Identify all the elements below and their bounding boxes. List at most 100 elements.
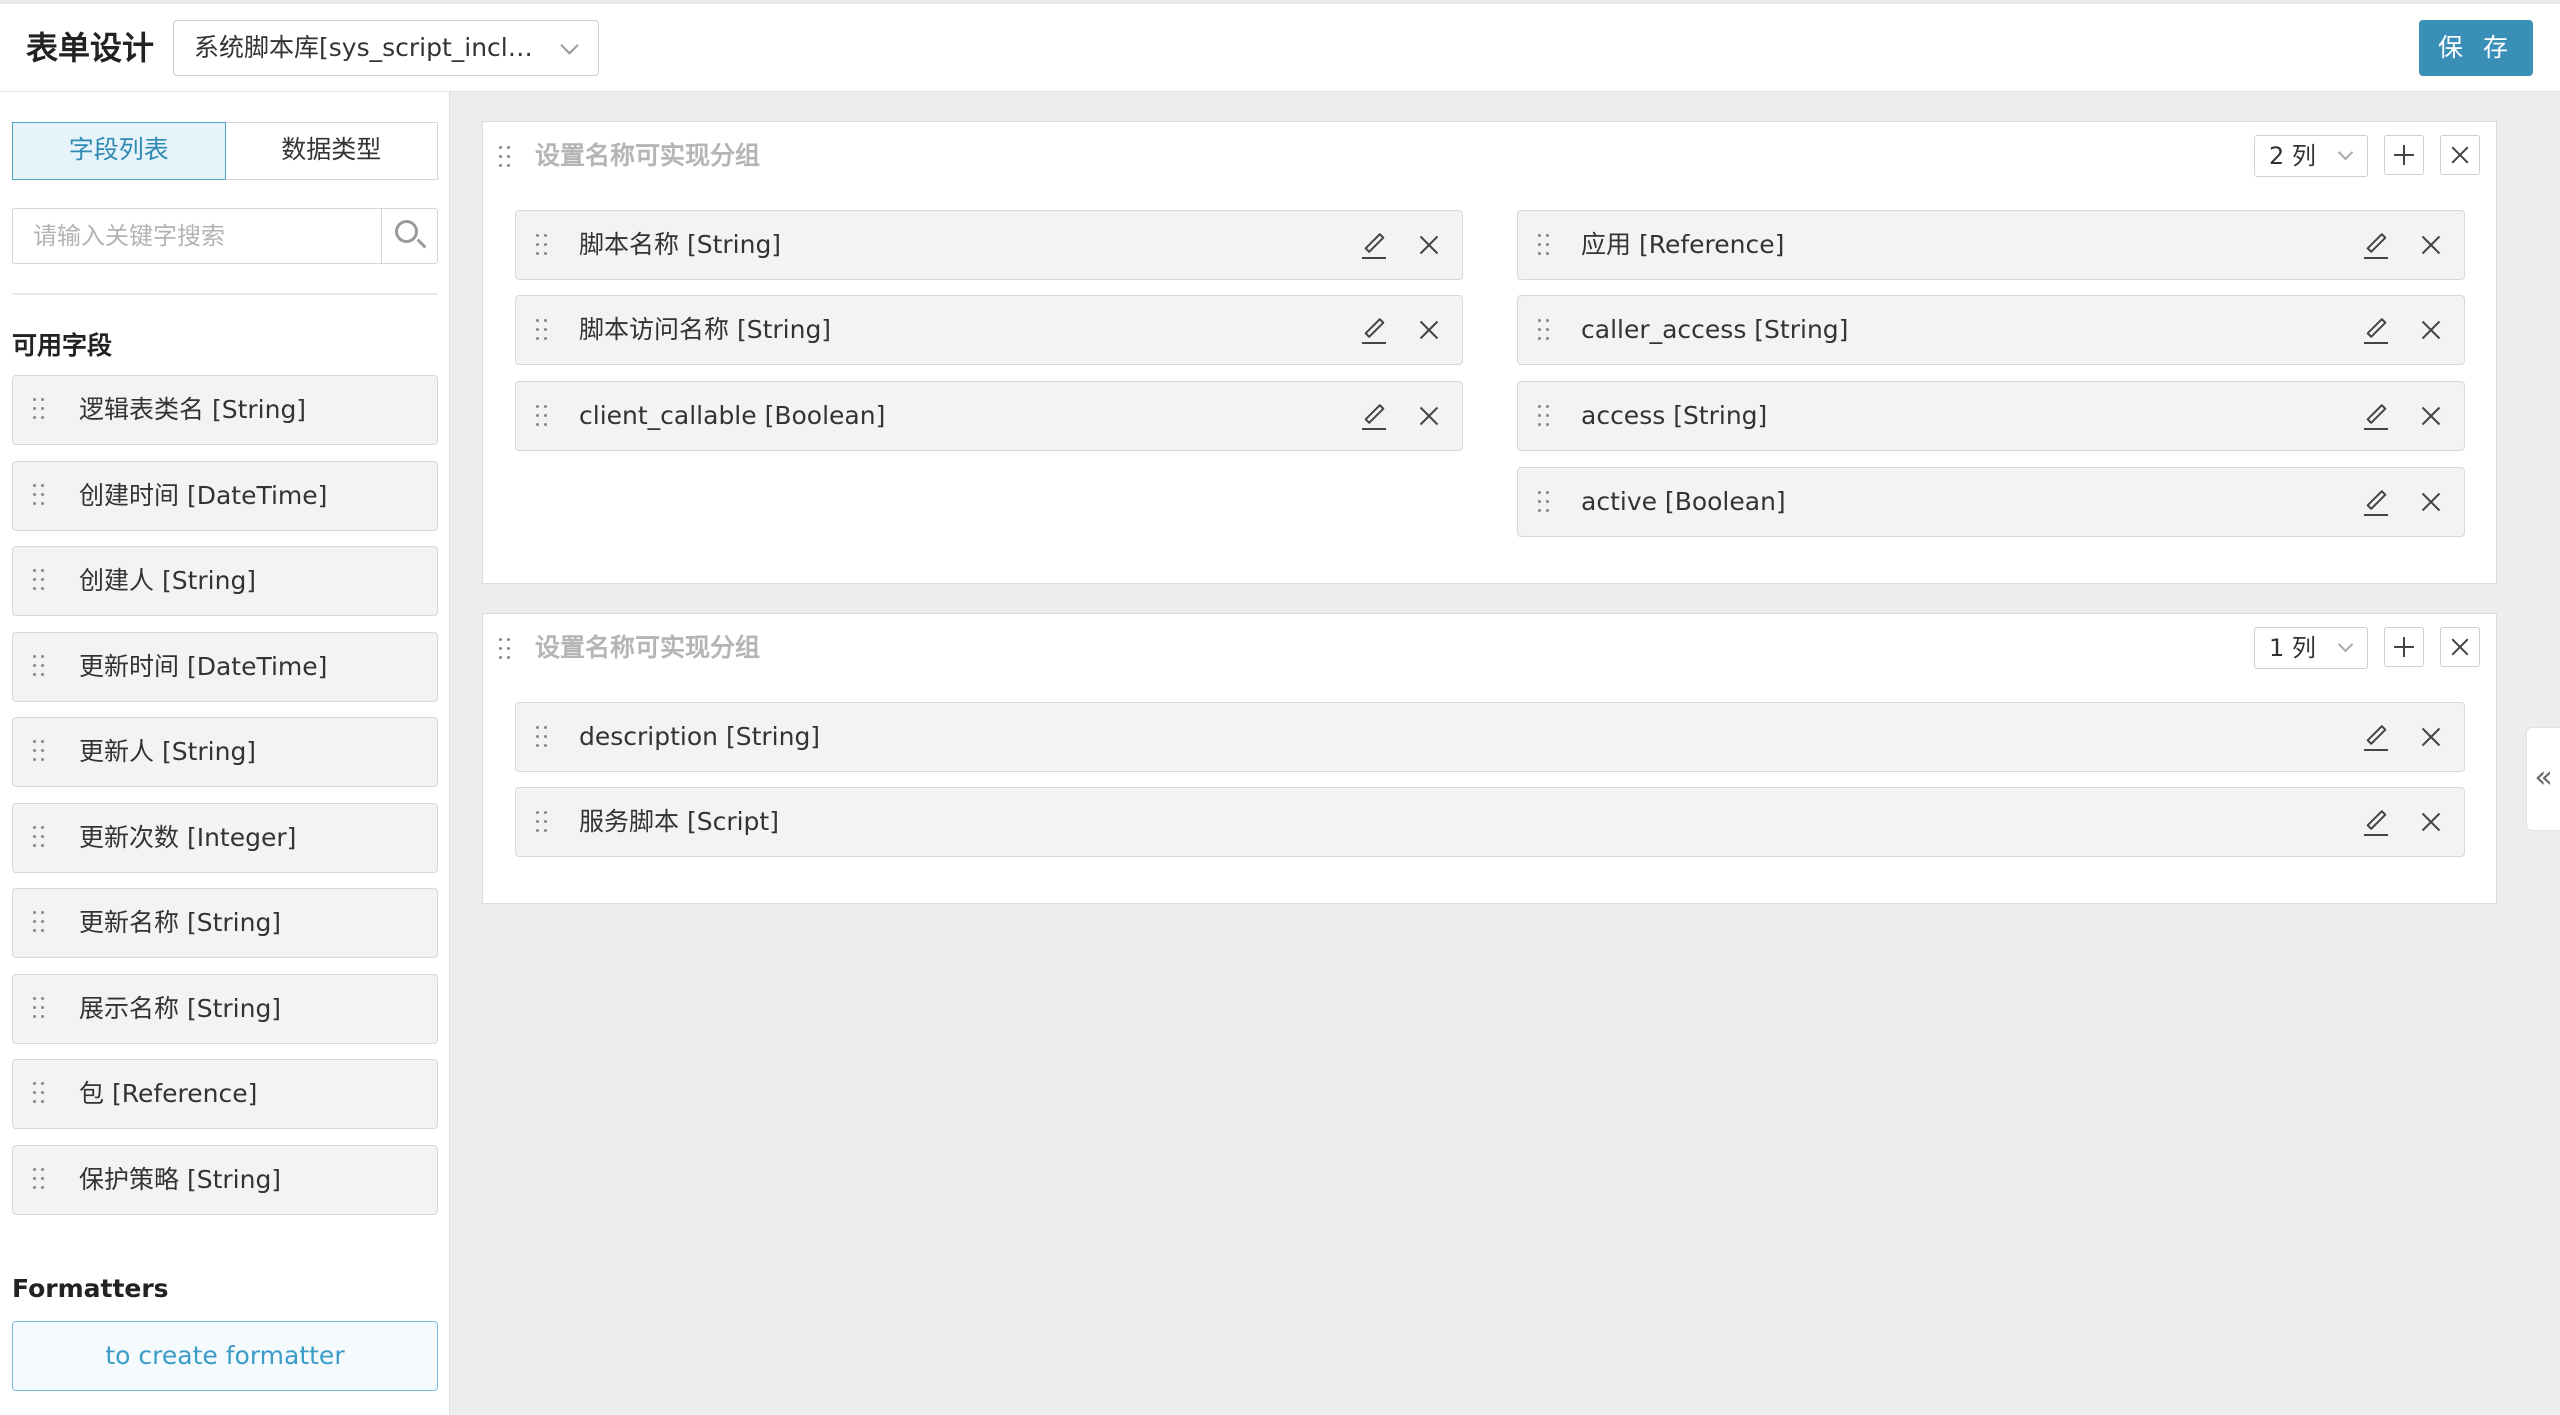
field-group: 设置名称可实现分组 2 列 脚本名称 [String] 脚本访问名称 [Stri… (482, 121, 2497, 584)
field-group: 设置名称可实现分组 1 列 description [String] 服务脚本 … (482, 613, 2497, 904)
drag-handle-icon[interactable] (33, 569, 45, 591)
group-field-label: client_callable [Boolean] (579, 401, 886, 430)
close-icon[interactable] (2415, 400, 2447, 432)
field-label: 包 [Reference] (79, 1079, 258, 1108)
group-field[interactable]: client_callable [Boolean] (515, 381, 1463, 451)
field-item[interactable]: 更新时间 [DateTime] (12, 631, 438, 702)
drag-handle-icon[interactable] (536, 319, 548, 341)
column-count-value: 2 列 (2269, 142, 2316, 170)
tab-field-list[interactable]: 字段列表 (12, 122, 226, 180)
close-icon[interactable] (2415, 229, 2447, 261)
edit-icon[interactable] (1358, 400, 1390, 432)
available-fields-title: 可用字段 (12, 331, 113, 360)
field-item[interactable]: 展示名称 [String] (12, 973, 438, 1044)
drag-handle-icon[interactable] (1538, 491, 1550, 513)
close-icon[interactable] (2415, 806, 2447, 838)
form-select[interactable]: 系统脚本库[sys_script_inclu... (173, 20, 599, 76)
field-label: 创建人 [String] (79, 566, 257, 595)
group-field[interactable]: 脚本名称 [String] (515, 210, 1463, 280)
field-item[interactable]: 更新人 [String] (12, 717, 438, 787)
group-field-label: 脚本访问名称 [String] (579, 315, 832, 344)
drag-handle-icon[interactable] (1538, 319, 1550, 341)
search-icon (395, 220, 418, 243)
group-title[interactable]: 设置名称可实现分组 (535, 614, 760, 682)
sidebar-tabs: 字段列表 数据类型 (12, 122, 438, 180)
divider (12, 293, 438, 295)
edit-icon[interactable] (2360, 721, 2392, 753)
collapse-panel-icon[interactable]: « (2526, 727, 2560, 831)
field-label: 逻辑表类名 [String] (79, 395, 307, 424)
add-group-button[interactable] (2384, 135, 2424, 175)
column-count-select[interactable]: 1 列 (2254, 627, 2368, 669)
drag-handle-icon[interactable] (536, 234, 548, 256)
delete-group-button[interactable] (2440, 135, 2480, 175)
edit-icon[interactable] (2360, 486, 2392, 518)
group-field-label: 脚本名称 [String] (579, 230, 782, 259)
search-input[interactable] (13, 209, 379, 263)
group-field[interactable]: active [Boolean] (1517, 467, 2465, 537)
field-item[interactable]: 包 [Reference] (12, 1059, 438, 1129)
close-icon[interactable] (1413, 229, 1445, 261)
drag-handle-icon[interactable] (33, 483, 45, 506)
close-icon[interactable] (2415, 721, 2447, 753)
field-item[interactable]: 创建人 [String] (12, 546, 438, 616)
drag-handle-icon[interactable] (33, 654, 45, 677)
group-title[interactable]: 设置名称可实现分组 (535, 122, 760, 190)
drag-handle-icon[interactable] (536, 726, 548, 748)
close-icon[interactable] (2415, 486, 2447, 518)
drag-handle-icon[interactable] (1538, 405, 1550, 427)
drag-handle-icon[interactable] (499, 146, 511, 168)
edit-icon[interactable] (2360, 229, 2392, 261)
drag-handle-icon[interactable] (33, 1167, 45, 1190)
column-count-value: 1 列 (2269, 634, 2316, 662)
chevron-down-icon (2337, 144, 2354, 161)
save-button[interactable]: 保 存 (2419, 20, 2533, 76)
field-item[interactable]: 更新名称 [String] (12, 888, 438, 958)
available-field-list: 逻辑表类名 [String] 创建时间 [DateTime] 创建人 [Stri… (12, 375, 438, 1230)
group-field[interactable]: access [String] (1517, 381, 2465, 451)
drag-handle-icon[interactable] (33, 1082, 45, 1104)
group-field[interactable]: 服务脚本 [Script] (515, 787, 2465, 857)
close-icon[interactable] (1413, 400, 1445, 432)
drag-handle-icon[interactable] (33, 996, 45, 1019)
edit-icon[interactable] (2360, 400, 2392, 432)
group-field[interactable]: 应用 [Reference] (1517, 210, 2465, 280)
field-item[interactable]: 保护策略 [String] (12, 1144, 438, 1215)
drag-handle-icon[interactable] (33, 911, 45, 933)
delete-group-button[interactable] (2440, 627, 2480, 667)
add-group-button[interactable] (2384, 627, 2424, 667)
page-title: 表单设计 (26, 29, 155, 67)
group-field-label: access [String] (1581, 401, 1768, 430)
group-field[interactable]: caller_access [String] (1517, 295, 2465, 365)
chevron-down-icon (560, 36, 579, 55)
drag-handle-icon[interactable] (33, 398, 45, 420)
tab-data-types[interactable]: 数据类型 (225, 122, 438, 180)
field-item[interactable]: 更新次数 [Integer] (12, 802, 438, 873)
group-field[interactable]: description [String] (515, 702, 2465, 772)
close-icon[interactable] (1413, 314, 1445, 346)
drag-handle-icon[interactable] (1538, 234, 1550, 256)
field-label: 更新名称 [String] (79, 908, 282, 937)
field-item[interactable]: 逻辑表类名 [String] (12, 375, 438, 445)
drag-handle-icon[interactable] (33, 825, 45, 848)
field-label: 更新时间 [DateTime] (79, 651, 328, 681)
column-count-select[interactable]: 2 列 (2254, 135, 2368, 177)
edit-icon[interactable] (2360, 314, 2392, 346)
create-formatter-button[interactable]: to create formatter (12, 1321, 438, 1391)
formatters-title: Formatters (12, 1274, 169, 1303)
drag-handle-icon[interactable] (536, 811, 548, 833)
drag-handle-icon[interactable] (536, 405, 548, 427)
edit-icon[interactable] (2360, 806, 2392, 838)
chevron-down-icon (2337, 636, 2354, 653)
edit-icon[interactable] (1358, 314, 1390, 346)
field-item[interactable]: 创建时间 [DateTime] (12, 460, 438, 531)
field-label: 创建时间 [DateTime] (79, 480, 328, 510)
field-label: 更新人 [String] (79, 737, 257, 766)
edit-icon[interactable] (1358, 229, 1390, 261)
search-button[interactable] (381, 209, 437, 263)
group-field[interactable]: 脚本访问名称 [String] (515, 295, 1463, 365)
group-field-label: 应用 [Reference] (1581, 230, 1785, 259)
drag-handle-icon[interactable] (499, 638, 511, 660)
drag-handle-icon[interactable] (33, 740, 45, 762)
close-icon[interactable] (2415, 314, 2447, 346)
